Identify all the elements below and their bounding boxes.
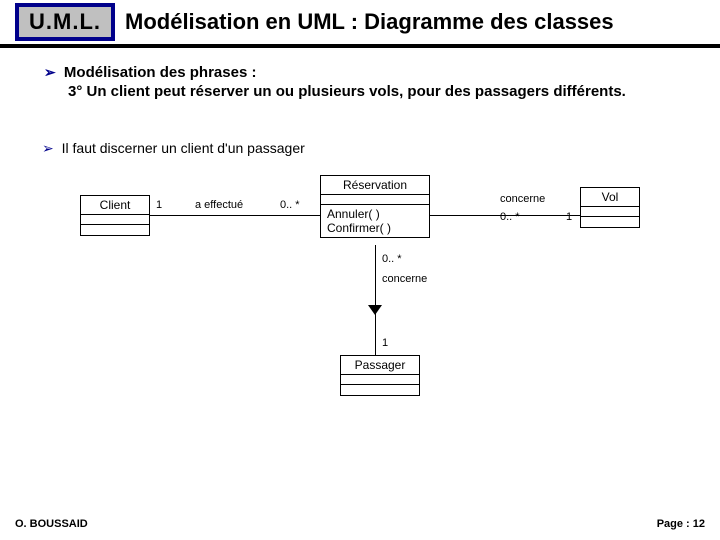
mult-client-side: 1 — [156, 199, 162, 211]
mult-reservation-right: 0.. * — [500, 211, 520, 223]
logo: U.M.L. — [15, 3, 115, 41]
phrase-line: 3° Un client peut réserver un ou plusieu… — [68, 83, 700, 100]
op-confirmer: Confirmer( ) — [327, 221, 423, 235]
class-vol-name: Vol — [581, 188, 639, 207]
class-passager-name: Passager — [341, 356, 419, 375]
class-client: Client — [80, 195, 150, 236]
bullet1-text: Modélisation des phrases : — [64, 64, 257, 81]
assoc-label-concerne-passager: concerne — [382, 273, 427, 285]
assoc-client-reservation — [150, 215, 320, 216]
class-vol: Vol — [580, 187, 640, 228]
class-reservation-attrs — [321, 195, 429, 205]
class-passager: Passager — [340, 355, 420, 396]
header: U.M.L. Modélisation en UML : Diagramme d… — [0, 0, 720, 48]
bullet2-text: Il faut discerner un client d'un passage… — [62, 140, 305, 156]
op-annuler: Annuler( ) — [327, 207, 423, 221]
class-client-name: Client — [81, 196, 149, 215]
mult-reservation-left: 0.. * — [280, 199, 300, 211]
class-reservation: Réservation Annuler( ) Confirmer( ) — [320, 175, 430, 238]
class-passager-attrs — [341, 375, 419, 385]
mult-vol-side: 1 — [566, 211, 572, 223]
class-passager-ops — [341, 385, 419, 395]
bullet-arrow-icon: ➢ — [42, 140, 54, 156]
class-diagram: Client Réservation Annuler( ) Confirmer(… — [20, 175, 700, 415]
assoc-label-aeffectue: a effectué — [195, 199, 243, 211]
content: ➢ Modélisation des phrases : 3° Un clien… — [0, 48, 720, 415]
mult-reservation-bottom: 0.. * — [382, 253, 402, 265]
bullet-arrow-icon: ➢ — [44, 64, 56, 80]
assoc-reservation-passager — [375, 245, 376, 355]
mult-passager-side: 1 — [382, 337, 388, 349]
class-vol-ops — [581, 217, 639, 227]
bullet-line-2: ➢ Il faut discerner un client d'un passa… — [42, 140, 700, 157]
class-reservation-name: Réservation — [321, 176, 429, 195]
class-client-attrs — [81, 215, 149, 225]
page-number: Page : 12 — [657, 518, 705, 530]
nav-arrow-down-icon — [368, 305, 382, 315]
footer: O. BOUSSAID Page : 12 — [15, 518, 705, 530]
assoc-label-concerne-vol: concerne — [500, 193, 545, 205]
class-vol-attrs — [581, 207, 639, 217]
author: O. BOUSSAID — [15, 518, 88, 530]
page-title: Modélisation en UML : Diagramme des clas… — [125, 9, 614, 35]
class-reservation-ops: Annuler( ) Confirmer( ) — [321, 205, 429, 237]
class-client-ops — [81, 225, 149, 235]
bullet-line-1: ➢ Modélisation des phrases : — [44, 64, 700, 81]
